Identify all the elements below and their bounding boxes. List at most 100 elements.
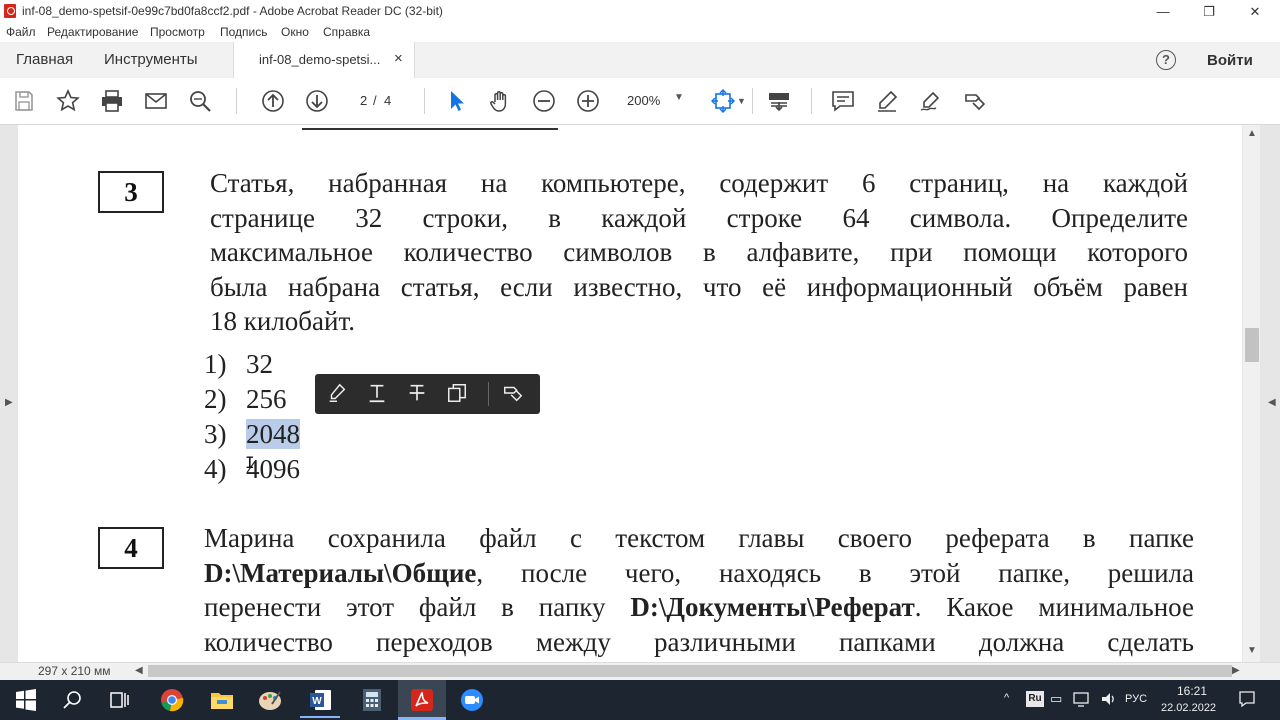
- text-cursor-icon: I: [245, 453, 255, 472]
- question-4-text[interactable]: Марина сохранила файл с текстом главы св…: [204, 521, 1194, 659]
- window-title: inf-08_demo-spetsif-0e99c7bd0fa8ccf2.pdf…: [22, 4, 443, 18]
- restore-button[interactable]: ❐: [1186, 0, 1232, 24]
- q4-line-2: D:\Материалы\Общие, после чего, находясь…: [204, 557, 1194, 588]
- q3-line-3: максимальное количество символов в алфав…: [210, 237, 1188, 267]
- word-icon[interactable]: W: [307, 686, 335, 714]
- help-icon[interactable]: ?: [1156, 50, 1176, 70]
- comment-icon[interactable]: [831, 89, 857, 113]
- menu-file[interactable]: Файл: [6, 25, 36, 39]
- question-number-4: 4: [98, 527, 164, 569]
- highlight-icon[interactable]: [326, 382, 350, 406]
- tab-document[interactable]: inf-08_demo-spetsi... ×: [233, 42, 415, 79]
- select-cursor-icon[interactable]: [444, 89, 470, 113]
- fit-page-icon[interactable]: [711, 89, 737, 113]
- hand-icon[interactable]: [488, 89, 514, 113]
- toolbar: 2 / 4 200% ▼ ▼: [0, 78, 1280, 125]
- q3-line-5: 18 килобайт.: [210, 306, 355, 336]
- file-explorer-icon[interactable]: [208, 686, 236, 714]
- scroll-down-icon[interactable]: ▼: [1247, 645, 1257, 656]
- volume-icon[interactable]: [1100, 691, 1118, 712]
- document-tab-label: inf-08_demo-spetsi...: [259, 52, 381, 67]
- sign-in-button[interactable]: Войти: [1207, 52, 1253, 69]
- left-pane-toggle-icon[interactable]: ▶: [5, 397, 13, 408]
- answer-option[interactable]: 1) 32: [204, 349, 273, 380]
- q4-line-3: перенести этот файл в папку D:\Документы…: [204, 592, 1194, 622]
- find-icon[interactable]: [188, 89, 214, 113]
- chrome-icon[interactable]: [158, 686, 186, 714]
- title-bar: inf-08_demo-spetsif-0e99c7bd0fa8ccf2.pdf…: [0, 0, 1280, 24]
- menu-help[interactable]: Справка: [323, 25, 370, 39]
- selected-text-highlight: 2048: [246, 419, 300, 449]
- tab-tools[interactable]: Инструменты: [104, 42, 198, 78]
- question-number-3: 3: [98, 171, 164, 213]
- sign-icon[interactable]: [919, 89, 945, 113]
- language-indicator[interactable]: РУС: [1125, 693, 1147, 705]
- ime-indicator[interactable]: Ru: [1026, 691, 1044, 707]
- save-icon[interactable]: [12, 89, 38, 113]
- bookmark-star-icon[interactable]: [56, 89, 82, 113]
- task-view-icon[interactable]: [105, 686, 133, 714]
- scroll-left-icon[interactable]: ◀: [135, 665, 143, 676]
- svg-text:W: W: [312, 696, 322, 707]
- zoom-in-icon[interactable]: [576, 89, 602, 113]
- zoom-app-icon[interactable]: [458, 686, 486, 714]
- page-current: 2: [360, 93, 368, 108]
- q3-line-1: Статья, набранная на компьютере, содержи…: [210, 168, 1188, 198]
- tab-home[interactable]: Главная: [16, 42, 73, 78]
- paint-icon[interactable]: [256, 686, 284, 714]
- underline-text-icon[interactable]: [366, 382, 390, 406]
- fit-chevron-icon[interactable]: ▼: [737, 96, 746, 106]
- action-center-icon[interactable]: [1238, 690, 1256, 713]
- print-icon[interactable]: [100, 89, 126, 113]
- highlight-pen-icon[interactable]: [875, 89, 901, 113]
- text-selection-popup: [315, 374, 540, 414]
- network-icon[interactable]: [1073, 691, 1091, 712]
- notification-icon[interactable]: ▭: [1050, 691, 1062, 707]
- clock-date[interactable]: 22.02.2022: [1161, 702, 1216, 714]
- close-tab-icon[interactable]: ×: [394, 50, 403, 67]
- menu-view[interactable]: Просмотр: [150, 25, 205, 39]
- question-3-text[interactable]: Статья, набранная на компьютере, содержи…: [210, 166, 1188, 339]
- acrobat-logo-icon: [4, 4, 16, 18]
- zoom-value: 200%: [627, 93, 661, 108]
- menu-edit[interactable]: Редактирование: [47, 25, 138, 39]
- more-icon[interactable]: [502, 382, 526, 406]
- clock-time[interactable]: 16:21: [1177, 684, 1207, 698]
- copy-icon[interactable]: [446, 382, 470, 406]
- q3-line-2: странице 32 строки, в каждой строке 64 с…: [210, 202, 1188, 233]
- minimize-button[interactable]: —: [1140, 0, 1186, 24]
- answer-option-selected[interactable]: 3) 2048: [204, 419, 300, 450]
- email-icon[interactable]: [144, 89, 170, 113]
- tray-expand-icon[interactable]: ^: [1004, 692, 1009, 704]
- right-pane-toggle-icon[interactable]: ◀: [1268, 397, 1276, 408]
- page-up-icon[interactable]: [261, 89, 287, 113]
- q3-line-4: была набрана статья, если известно, что …: [210, 271, 1188, 302]
- answer-option[interactable]: 2) 256: [204, 384, 287, 415]
- menu-bar: Файл Редактирование Просмотр Подпись Окн…: [0, 24, 1280, 42]
- page-separator: /: [373, 93, 377, 108]
- vertical-scroll-thumb[interactable]: [1245, 328, 1259, 362]
- scroll-up-icon[interactable]: ▲: [1247, 128, 1257, 139]
- page-down-icon[interactable]: [305, 89, 331, 113]
- acrobat-icon[interactable]: [408, 686, 436, 714]
- menu-sign[interactable]: Подпись: [220, 25, 268, 39]
- answer-line: [302, 128, 558, 130]
- scroll-right-icon[interactable]: ▶: [1232, 665, 1240, 676]
- scroll-mode-icon[interactable]: [767, 89, 793, 113]
- menu-window[interactable]: Окно: [281, 25, 309, 39]
- q4-line-4: количество переходов между различными па…: [204, 626, 1194, 657]
- chevron-down-icon[interactable]: ▼: [674, 92, 684, 103]
- page-size-status: 297 x 210 мм: [38, 664, 111, 678]
- page-total: 4: [384, 93, 392, 108]
- more-tools-icon[interactable]: [963, 89, 989, 113]
- search-icon[interactable]: [59, 686, 87, 714]
- horizontal-scroll-thumb[interactable]: [148, 665, 1232, 677]
- strikethrough-icon[interactable]: [406, 382, 430, 406]
- q4-line-1: Марина сохранила файл с текстом главы св…: [204, 523, 1194, 553]
- close-window-button[interactable]: ✕: [1232, 0, 1278, 24]
- vertical-scrollbar[interactable]: [1243, 125, 1260, 662]
- calculator-icon[interactable]: [358, 686, 386, 714]
- start-windows-icon[interactable]: [12, 686, 40, 714]
- tab-bar: Главная Инструменты inf-08_demo-spetsi..…: [0, 42, 1280, 79]
- zoom-out-icon[interactable]: [532, 89, 558, 113]
